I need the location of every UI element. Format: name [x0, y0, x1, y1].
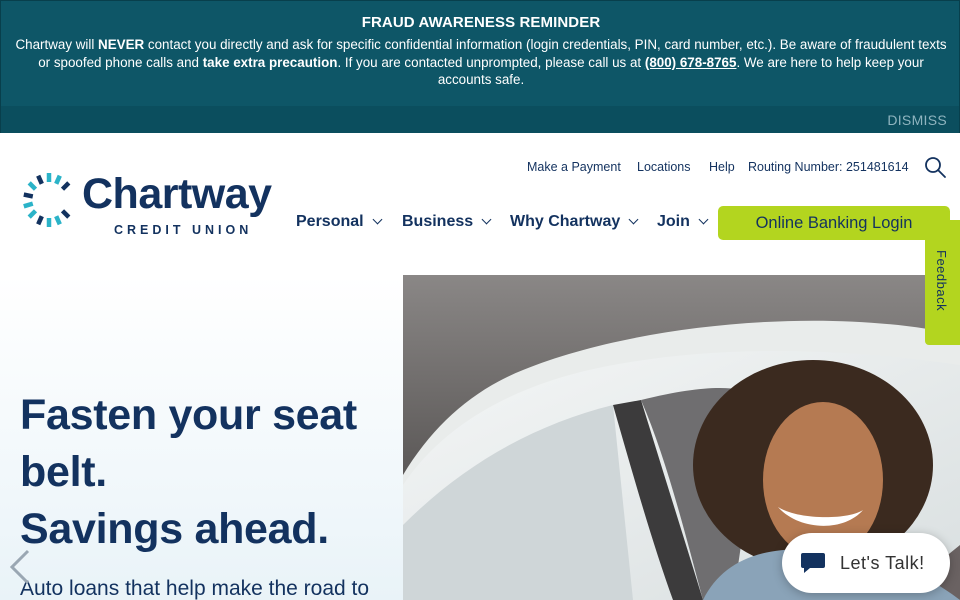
- fraud-alert-banner: FRAUD AWARENESS REMINDER Chartway will N…: [0, 0, 960, 133]
- alert-phone-link[interactable]: (800) 678-8765: [645, 55, 737, 70]
- nav-why-label: Why Chartway: [510, 213, 621, 230]
- search-icon[interactable]: [923, 155, 947, 179]
- dismiss-button[interactable]: DISMISS: [887, 112, 947, 128]
- chevron-down-icon: [698, 214, 709, 225]
- nav-personal[interactable]: Personal: [296, 213, 383, 231]
- help-link[interactable]: Help: [709, 160, 735, 174]
- logo-wordmark: Chartway: [82, 170, 272, 218]
- hero-headline: Fasten your seat belt. Savings ahead.: [20, 387, 420, 558]
- alert-text-3: . If you are contacted unprompted, pleas…: [337, 54, 645, 70]
- nav-join[interactable]: Join: [657, 213, 709, 231]
- hero-headline-line-2: belt.: [20, 448, 107, 496]
- chevron-left-icon[interactable]: [6, 547, 34, 587]
- feedback-label: Feedback: [934, 250, 949, 312]
- feedback-tab[interactable]: Feedback: [925, 220, 960, 345]
- alert-never: NEVER: [98, 37, 145, 52]
- alert-text-1: Chartway will: [15, 37, 99, 52]
- logo-subtitle: CREDIT UNION: [114, 223, 253, 237]
- alert-footer: DISMISS: [1, 106, 959, 133]
- alert-title: FRAUD AWARENESS REMINDER: [361, 14, 601, 31]
- nav-business-label: Business: [402, 213, 474, 230]
- hero-text-panel: Fasten your seat belt. Savings ahead. Au…: [0, 275, 403, 600]
- routing-number: Routing Number: 251481614: [748, 160, 909, 174]
- chevron-down-icon: [481, 214, 492, 225]
- make-payment-link[interactable]: Make a Payment: [527, 160, 621, 174]
- hero-headline-line-1: Fasten your seat: [20, 391, 357, 439]
- nav-why-chartway[interactable]: Why Chartway: [510, 213, 639, 231]
- hero-headline-line-3: Savings ahead.: [20, 505, 329, 553]
- nav-personal-label: Personal: [296, 213, 364, 230]
- logo-burst-icon: [23, 173, 71, 227]
- chat-widget-button[interactable]: Let's Talk!: [782, 533, 950, 593]
- chevron-down-icon: [372, 214, 383, 225]
- chevron-down-icon: [628, 214, 639, 225]
- nav-join-label: Join: [657, 213, 690, 230]
- alert-precaution: take extra precaution: [202, 54, 338, 70]
- locations-link[interactable]: Locations: [637, 160, 691, 174]
- nav-business[interactable]: Business: [402, 213, 492, 231]
- alert-message: Chartway will NEVER contact you directly…: [11, 36, 951, 89]
- site-header: Chartway CREDIT UNION Make a Payment Loc…: [0, 133, 960, 275]
- chat-label: Let's Talk!: [840, 553, 925, 573]
- hero-subheading: Auto loans that help make the road to: [20, 577, 370, 600]
- chartway-logo[interactable]: Chartway CREDIT UNION: [22, 168, 292, 238]
- chat-bubble-icon: [801, 553, 825, 573]
- online-banking-login-button[interactable]: Online Banking Login: [718, 206, 950, 240]
